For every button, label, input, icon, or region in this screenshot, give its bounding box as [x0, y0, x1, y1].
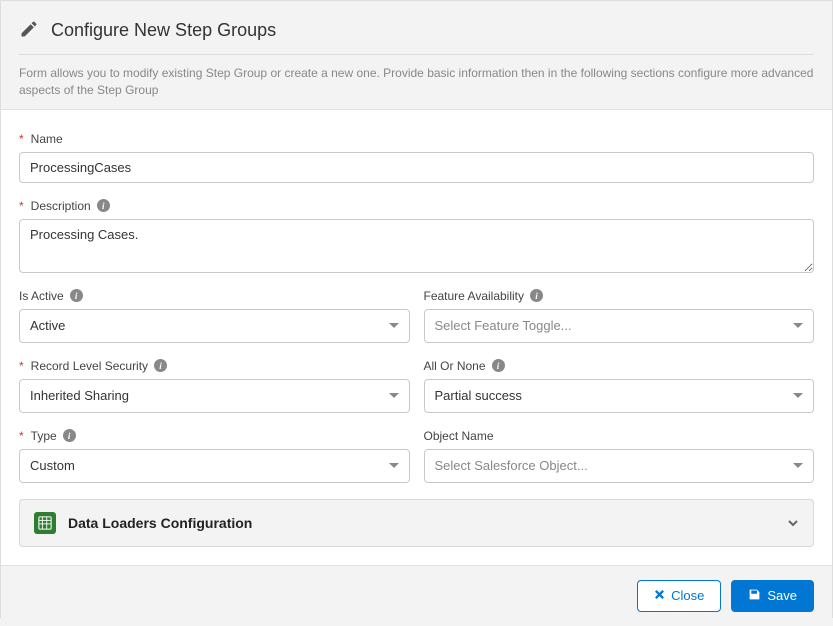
chevron-down-icon [793, 393, 803, 398]
is-active-value: Active [30, 318, 65, 333]
accordion-title: Data Loaders Configuration [68, 515, 775, 531]
description-input[interactable]: Processing Cases. [19, 219, 814, 273]
description-label: Description [31, 199, 91, 213]
info-icon[interactable]: i [70, 289, 83, 302]
dialog-footer: Close Save [1, 565, 832, 626]
required-mark: * [19, 359, 24, 373]
close-icon [654, 588, 665, 603]
data-loaders-icon [34, 512, 56, 534]
configure-step-groups-dialog: Configure New Step Groups Form allows yo… [0, 0, 833, 618]
chevron-down-icon [787, 517, 799, 529]
edit-icon [19, 19, 39, 42]
object-name-placeholder: Select Salesforce Object... [435, 458, 588, 473]
dialog-title: Configure New Step Groups [51, 20, 276, 41]
dialog-body: * Name * Description i Processing Cases. [1, 109, 832, 565]
save-button[interactable]: Save [731, 580, 814, 612]
type-select[interactable]: Custom [19, 449, 410, 483]
name-input[interactable] [19, 152, 814, 183]
all-or-none-select[interactable]: Partial success [424, 379, 815, 413]
object-name-label: Object Name [424, 429, 494, 443]
required-mark: * [19, 132, 24, 146]
all-or-none-field: All Or None i Partial success [424, 359, 815, 413]
chevron-down-icon [389, 323, 399, 328]
info-icon[interactable]: i [492, 359, 505, 372]
feature-availability-select[interactable]: Select Feature Toggle... [424, 309, 815, 343]
info-icon[interactable]: i [63, 429, 76, 442]
object-name-field: Object Name Select Salesforce Object... [424, 429, 815, 483]
name-field: * Name [19, 132, 814, 183]
close-button-label: Close [671, 588, 704, 603]
chevron-down-icon [389, 463, 399, 468]
record-level-security-label: Record Level Security [31, 359, 148, 373]
chevron-down-icon [389, 393, 399, 398]
object-name-select[interactable]: Select Salesforce Object... [424, 449, 815, 483]
all-or-none-value: Partial success [435, 388, 522, 403]
is-active-label: Is Active [19, 289, 64, 303]
feature-availability-field: Feature Availability i Select Feature To… [424, 289, 815, 343]
record-level-security-field: * Record Level Security i Inherited Shar… [19, 359, 410, 413]
dialog-header: Configure New Step Groups Form allows yo… [1, 1, 832, 109]
info-icon[interactable]: i [530, 289, 543, 302]
record-level-security-value: Inherited Sharing [30, 388, 129, 403]
accordion-header[interactable]: Data Loaders Configuration [20, 500, 813, 546]
required-mark: * [19, 199, 24, 213]
feature-availability-placeholder: Select Feature Toggle... [435, 318, 572, 333]
is-active-select[interactable]: Active [19, 309, 410, 343]
feature-availability-label: Feature Availability [424, 289, 525, 303]
chevron-down-icon [793, 323, 803, 328]
save-icon [748, 588, 761, 604]
save-button-label: Save [767, 588, 797, 603]
is-active-field: Is Active i Active [19, 289, 410, 343]
type-field: * Type i Custom [19, 429, 410, 483]
info-icon[interactable]: i [154, 359, 167, 372]
type-value: Custom [30, 458, 75, 473]
info-icon[interactable]: i [97, 199, 110, 212]
name-label: Name [31, 132, 63, 146]
record-level-security-select[interactable]: Inherited Sharing [19, 379, 410, 413]
dialog-subtitle: Form allows you to modify existing Step … [19, 65, 814, 99]
all-or-none-label: All Or None [424, 359, 486, 373]
data-loaders-accordion: Data Loaders Configuration [19, 499, 814, 547]
required-mark: * [19, 429, 24, 443]
description-field: * Description i Processing Cases. [19, 199, 814, 273]
close-button[interactable]: Close [637, 580, 721, 612]
title-row: Configure New Step Groups [19, 19, 814, 55]
type-label: Type [31, 429, 57, 443]
chevron-down-icon [793, 463, 803, 468]
